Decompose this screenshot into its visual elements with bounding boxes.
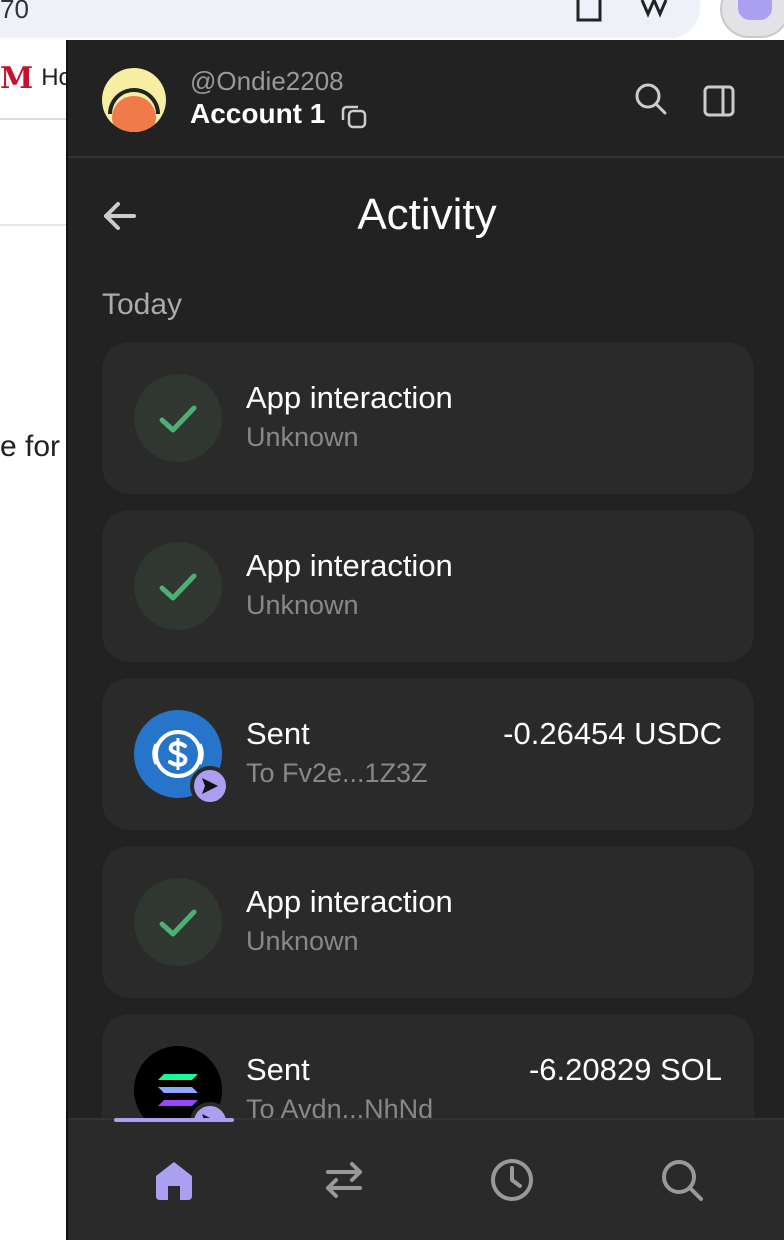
browser-toolbar: 70 <box>0 0 784 40</box>
swap-icon[interactable] <box>320 1156 368 1204</box>
site-logo-icon: M <box>0 60 34 96</box>
page-title: Activity <box>357 190 497 239</box>
bookmark-page-icon[interactable] <box>574 0 604 22</box>
activity-title: App interaction <box>246 380 453 415</box>
status-icon-wrap <box>134 878 222 966</box>
sidebar-toggle-icon[interactable] <box>702 84 736 118</box>
activity-subtitle: Unknown <box>246 926 359 956</box>
activity-title: Sent <box>246 1052 310 1087</box>
bottom-nav <box>68 1118 784 1240</box>
activity-title: App interaction <box>246 884 453 919</box>
check-icon <box>159 909 197 937</box>
search-icon[interactable] <box>658 1156 706 1204</box>
history-icon[interactable] <box>488 1156 536 1204</box>
divider <box>0 224 70 226</box>
activity-item[interactable]: App interaction Unknown <box>102 342 754 494</box>
home-icon[interactable] <box>150 1156 198 1204</box>
activity-title: App interaction <box>246 548 453 583</box>
section-label-today: Today <box>102 288 183 321</box>
phantom-extension-icon <box>738 0 772 20</box>
check-icon <box>159 573 197 601</box>
status-icon-wrap <box>134 542 222 630</box>
background-page-text: e for <box>0 430 61 463</box>
activity-subtitle: Unknown <box>246 590 359 620</box>
divider <box>0 118 70 120</box>
url-text: 70 <box>0 0 29 24</box>
check-icon <box>159 405 197 433</box>
active-tab-indicator <box>114 1118 234 1122</box>
activity-amount: -0.26454 USDC <box>503 716 722 751</box>
send-icon <box>202 778 218 794</box>
wallet-panel: @Ondie2208 Account 1 Activity Today App … <box>66 40 784 1240</box>
account-name[interactable]: Account 1 <box>190 98 325 130</box>
activity-subtitle: Unknown <box>246 422 359 452</box>
activity-subtitle: To Fv2e...1Z3Z <box>246 758 428 788</box>
wallet-header: @Ondie2208 Account 1 <box>68 40 784 158</box>
activity-item[interactable]: App interaction Unknown <box>102 846 754 998</box>
activity-title: Sent <box>246 716 310 751</box>
headphones-icon <box>108 88 160 114</box>
solana-logo-icon <box>158 1074 198 1106</box>
copy-icon[interactable] <box>340 102 368 130</box>
background-tab[interactable]: M Ho <box>0 56 72 100</box>
activity-item[interactable]: App interaction Unknown <box>102 510 754 662</box>
activity-item[interactable]: Sent To Fv2e...1Z3Z -0.26454 USDC <box>102 678 754 830</box>
avatar[interactable] <box>102 68 166 132</box>
username: @Ondie2208 <box>190 66 344 96</box>
status-icon-wrap <box>134 374 222 462</box>
search-icon[interactable] <box>634 82 668 116</box>
sent-badge <box>190 766 230 806</box>
star-icon[interactable] <box>638 0 670 22</box>
activity-amount: -6.20829 SOL <box>528 1052 722 1087</box>
